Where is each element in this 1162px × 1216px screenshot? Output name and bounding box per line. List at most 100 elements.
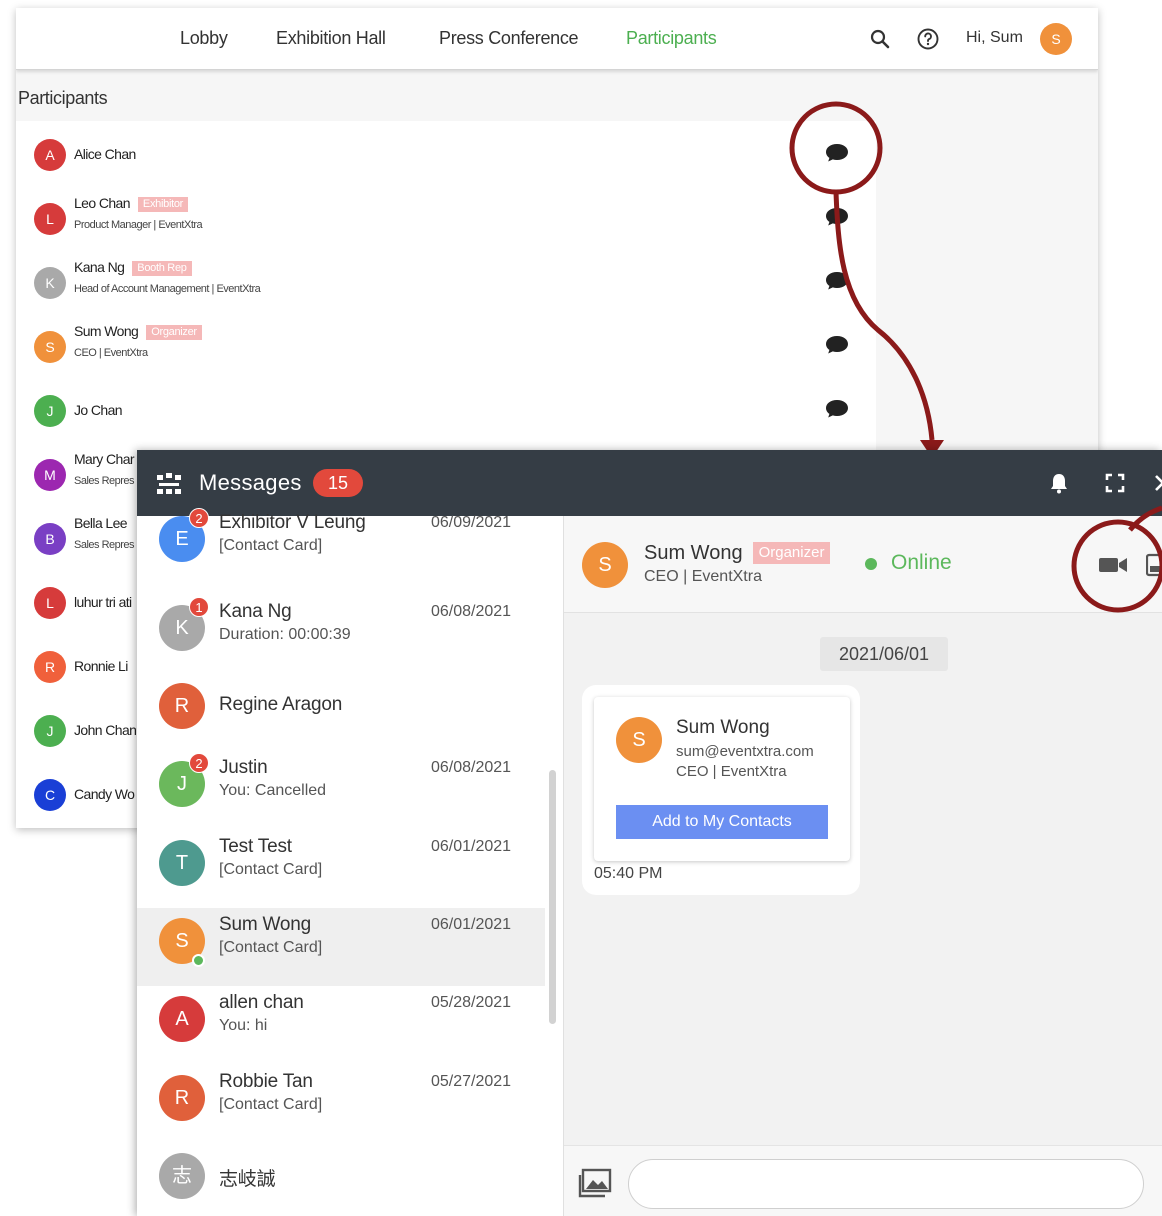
participant-name-text: Ronnie Li bbox=[74, 658, 128, 674]
conversation-scrollbar[interactable] bbox=[549, 770, 556, 1024]
participant-row[interactable]: L Leo Chan Exhibitor Product Manager | Even… bbox=[16, 185, 876, 249]
participant-name-text: Jo Chan bbox=[74, 402, 123, 418]
conversation-item[interactable]: E 2 Exhibitor V Leung [Contact Card] 06/09/2… bbox=[137, 506, 545, 584]
nav-participants[interactable]: Participants bbox=[626, 28, 717, 49]
contact-card-subtitle: CEO | EventXtra bbox=[676, 763, 787, 780]
help-icon[interactable] bbox=[916, 27, 940, 51]
participant-name-text: Kana Ng bbox=[74, 259, 125, 275]
conversation-preview: Duration: 00:00:39 bbox=[219, 626, 351, 643]
search-icon[interactable] bbox=[868, 27, 892, 51]
participant-avatar: J bbox=[34, 715, 66, 747]
conversation-preview: [Contact Card] bbox=[219, 537, 323, 554]
conversation-date: 06/01/2021 bbox=[431, 916, 512, 933]
message-bubble: S Sum Wong sum@eventxtra.com CEO | Event… bbox=[582, 685, 860, 895]
participant-name-text: Leo Chan bbox=[74, 195, 131, 211]
chat-contact-name: Sum Wong Organizer bbox=[644, 542, 831, 565]
conversation-name: Justin bbox=[219, 757, 268, 778]
participant-subtitle: Product Manager | EventXtra bbox=[74, 219, 203, 231]
unread-badge: 2 bbox=[189, 508, 209, 528]
conversation-list: E 2 Exhibitor V Leung [Contact Card] 06/09/2… bbox=[137, 508, 563, 1216]
fullscreen-icon[interactable] bbox=[1103, 471, 1127, 495]
chat-bubble-icon[interactable] bbox=[824, 205, 850, 227]
chat-bubble-icon[interactable] bbox=[824, 333, 850, 355]
message-input[interactable] bbox=[628, 1159, 1144, 1209]
participant-role-tag: Organizer bbox=[146, 325, 202, 340]
participant-role-tag: Booth Rep bbox=[132, 261, 192, 276]
image-upload-icon[interactable] bbox=[578, 1168, 612, 1198]
participant-name-text: Mary Char bbox=[74, 451, 135, 467]
conversation-avatar: A bbox=[159, 996, 205, 1042]
participant-avatar: A bbox=[34, 139, 66, 171]
participant-name-text: luhur tri ati bbox=[74, 594, 132, 610]
conversation-preview: [Contact Card] bbox=[219, 939, 323, 956]
chat-bubble-icon[interactable] bbox=[824, 141, 850, 163]
conversation-date: 06/09/2021 bbox=[431, 514, 512, 531]
chat-bubble-icon[interactable] bbox=[824, 269, 850, 291]
nav-lobby[interactable]: Lobby bbox=[180, 28, 228, 49]
conversation-item[interactable]: R Robbie Tan [Contact Card] 05/27/2021 bbox=[137, 1065, 545, 1143]
conversation-preview: [Contact Card] bbox=[219, 861, 323, 878]
participant-avatar: L bbox=[34, 587, 66, 619]
conversation-item[interactable]: S Sum Wong [Contact Card] 06/01/2021 bbox=[137, 908, 545, 986]
participant-avatar: B bbox=[34, 523, 66, 555]
participant-name-text: John Chan bbox=[74, 722, 137, 738]
contact-card-icon[interactable] bbox=[1146, 553, 1162, 577]
participant-row[interactable]: J Jo Chan bbox=[16, 377, 876, 441]
participant-name: Bella Lee bbox=[74, 515, 128, 531]
participant-avatar: K bbox=[34, 267, 66, 299]
unread-badge: 1 bbox=[189, 597, 209, 617]
conversation-name: Sum Wong bbox=[219, 914, 312, 935]
chat-role-tag: Organizer bbox=[752, 542, 831, 564]
nav-exhibition-hall[interactable]: Exhibition Hall bbox=[276, 28, 386, 49]
participant-subtitle: Head of Account Management | EventXtra bbox=[74, 283, 261, 295]
conversation-date: 05/28/2021 bbox=[431, 994, 512, 1011]
bell-icon[interactable] bbox=[1047, 471, 1071, 495]
conversation-date: 06/08/2021 bbox=[431, 759, 512, 776]
participant-name-text: Sum Wong bbox=[74, 323, 139, 339]
chat-panel: S Sum Wong Organizer CEO | EventXtra Onli… bbox=[563, 516, 1162, 1216]
conversation-name: Regine Aragon bbox=[219, 694, 343, 715]
online-status-dot bbox=[865, 558, 877, 570]
online-dot bbox=[192, 954, 205, 967]
online-status: Online bbox=[891, 551, 952, 574]
participant-row[interactable]: A Alice Chan bbox=[16, 121, 876, 185]
conversation-name: allen chan bbox=[219, 992, 304, 1013]
conversation-name: Robbie Tan bbox=[219, 1071, 313, 1092]
participant-name-text: Alice Chan bbox=[74, 146, 136, 162]
chat-bubble-icon[interactable] bbox=[824, 397, 850, 419]
date-divider: 2021/06/01 bbox=[820, 637, 948, 671]
participant-name: Jo Chan bbox=[74, 402, 123, 418]
message-time: 05:40 PM bbox=[594, 865, 663, 882]
add-to-contacts-button[interactable]: Add to My Contacts bbox=[616, 805, 828, 839]
participant-name: Mary Char bbox=[74, 451, 135, 467]
conversation-preview: You: hi bbox=[219, 1017, 268, 1034]
messages-title: Messages bbox=[199, 470, 302, 495]
unread-count-badge: 15 bbox=[313, 469, 363, 497]
contact-card-name: Sum Wong bbox=[676, 717, 770, 738]
video-call-icon[interactable] bbox=[1098, 555, 1128, 575]
conversation-item[interactable]: 志志岐誠 bbox=[137, 1143, 545, 1216]
participant-subtitle: Sales Repres bbox=[74, 539, 135, 551]
conversation-item[interactable]: K 1 Kana Ng Duration: 00:00:39 06/08/2021 bbox=[137, 595, 545, 673]
conversation-date: 05/27/2021 bbox=[431, 1073, 512, 1090]
conversation-item[interactable]: Aallen chan You: hi 05/28/2021 bbox=[137, 986, 545, 1064]
conversation-avatar: R bbox=[159, 683, 205, 729]
participant-avatar: J bbox=[34, 395, 66, 427]
chat-header: S Sum Wong Organizer CEO | EventXtra Onli… bbox=[564, 516, 1162, 613]
close-icon[interactable] bbox=[1151, 471, 1162, 495]
messages-window: Messages 15 E 2 Exhibitor V Leung [Contact … bbox=[137, 450, 1162, 1216]
user-avatar[interactable]: S bbox=[1040, 23, 1072, 55]
conversation-item[interactable]: T Test Test [Contact Card] 06/01/2021 bbox=[137, 830, 545, 908]
conversation-item[interactable]: J 2 Justin You: Cancelled 06/08/2021 bbox=[137, 751, 545, 829]
conversation-avatar: T bbox=[159, 840, 205, 886]
participant-row[interactable]: S Sum Wong Organizer CEO | EventXtra bbox=[16, 313, 876, 377]
conversation-preview: [Contact Card] bbox=[219, 1096, 323, 1113]
conversation-date: 06/08/2021 bbox=[431, 603, 512, 620]
top-navigation: Lobby Exhibition Hall Press Conference P… bbox=[16, 8, 1098, 70]
participant-avatar: S bbox=[34, 331, 66, 363]
participant-row[interactable]: K Kana Ng Booth Rep Head of Account Managem… bbox=[16, 249, 876, 313]
contact-card: S Sum Wong sum@eventxtra.com CEO | Event… bbox=[594, 697, 850, 861]
participant-name: John Chan bbox=[74, 722, 137, 738]
conversation-item[interactable]: R Regine Aragon bbox=[137, 673, 545, 751]
nav-press-conference[interactable]: Press Conference bbox=[439, 28, 579, 49]
